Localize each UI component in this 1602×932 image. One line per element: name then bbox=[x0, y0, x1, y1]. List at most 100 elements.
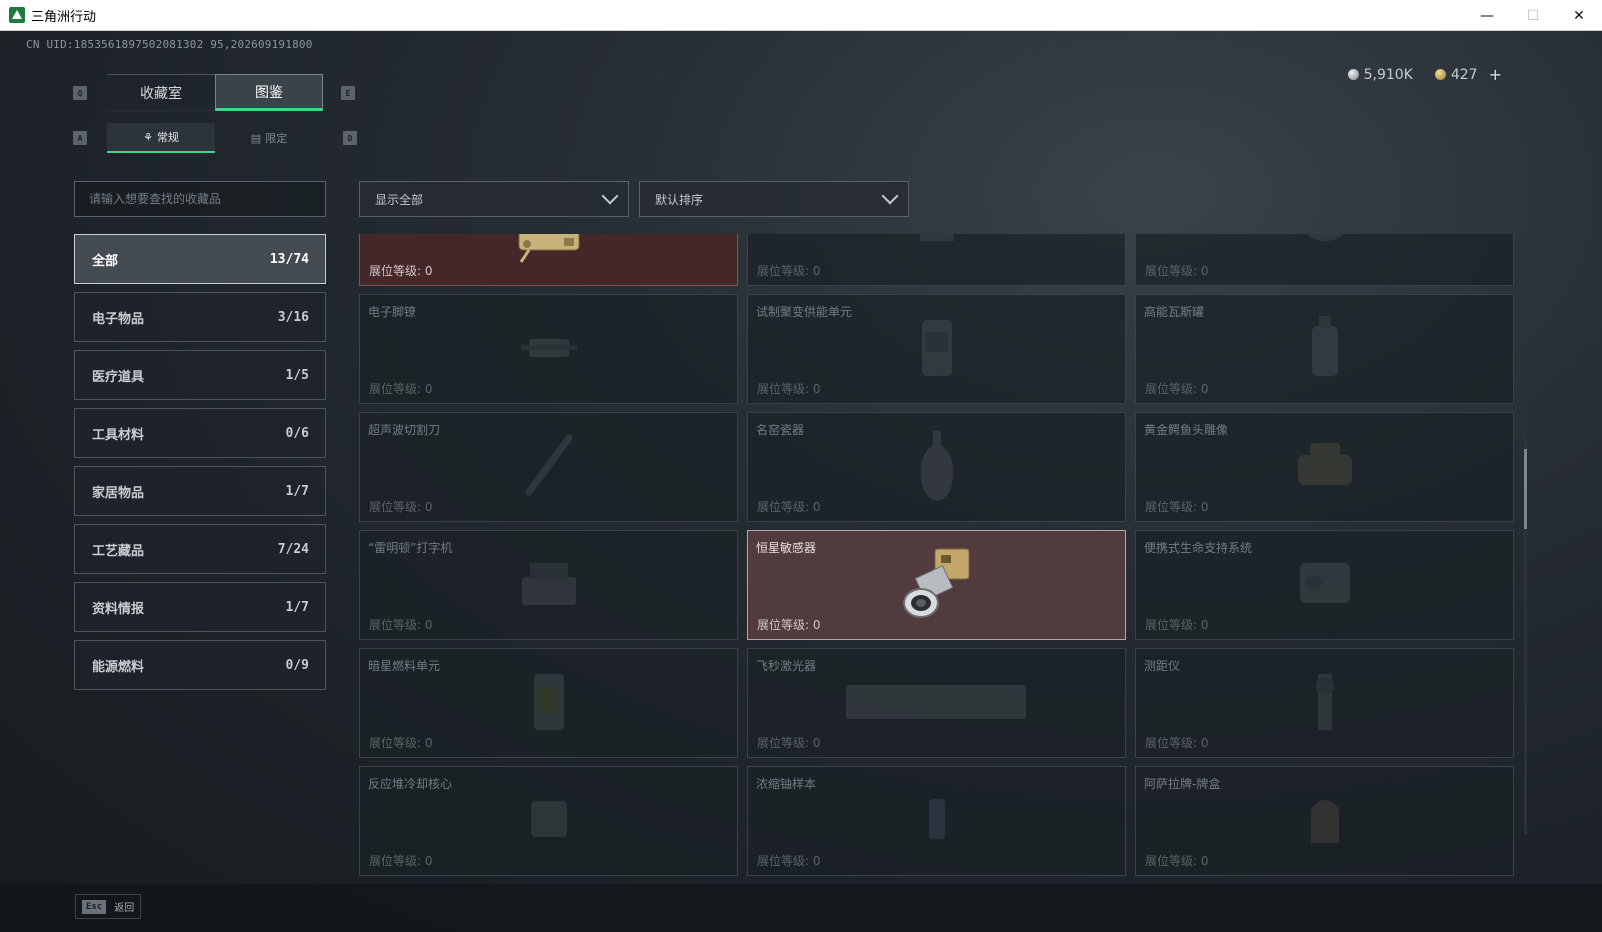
item-art-electronic-board-icon bbox=[509, 234, 589, 268]
item-card[interactable]: 电子脚镣 展位等级: 0 bbox=[359, 294, 738, 404]
grid-scrollbar[interactable] bbox=[1524, 234, 1527, 834]
item-card[interactable]: 试制聚变供能单元 展位等级: 0 bbox=[747, 294, 1126, 404]
subtab-limited[interactable]: ▤ 限定 bbox=[215, 123, 323, 153]
item-grid-viewport[interactable]: 展位等级: 0 展位等级: 0 展位等级: 0 电子脚镣 展位等级: 0 试制聚… bbox=[359, 234, 1519, 880]
item-level: 展位等级: 0 bbox=[1145, 618, 1209, 632]
search-input[interactable] bbox=[89, 192, 325, 206]
item-card[interactable]: 展位等级: 0 bbox=[1135, 234, 1514, 286]
item-level: 展位等级: 0 bbox=[369, 264, 433, 278]
limited-icon: ▤ bbox=[250, 131, 262, 145]
silver-currency: 5,910K bbox=[1347, 66, 1413, 83]
gold-currency[interactable]: 427 + bbox=[1434, 65, 1502, 84]
item-card[interactable]: 黄金鳄鱼头雕像 展位等级: 0 bbox=[1135, 412, 1514, 522]
category-label: 电子物品 bbox=[92, 311, 145, 327]
sort-value: 默认排序 bbox=[655, 192, 704, 207]
item-card[interactable]: 展位等级: 0 bbox=[747, 234, 1126, 286]
category-count: 1/7 bbox=[285, 483, 309, 499]
category-energy[interactable]: 能源燃料 0/9 bbox=[74, 640, 326, 690]
filter-dropdown[interactable]: 显示全部 bbox=[359, 181, 629, 217]
category-tools[interactable]: 工具材料 0/6 bbox=[74, 408, 326, 458]
esc-key-icon: Esc bbox=[82, 899, 107, 914]
minimize-button[interactable]: — bbox=[1464, 0, 1510, 31]
item-art-typewriter-icon bbox=[514, 553, 584, 617]
next-tab-key-hint: E bbox=[341, 86, 355, 100]
subtab-regular-label: 常规 bbox=[156, 131, 179, 144]
category-crafts[interactable]: 工艺藏品 7/24 bbox=[74, 524, 326, 574]
item-card[interactable]: 反应堆冷却核心 展位等级: 0 bbox=[359, 766, 738, 876]
item-art-ankle-monitor-icon bbox=[519, 327, 579, 371]
item-name: 浓缩铀样本 bbox=[756, 777, 817, 791]
subtab-regular[interactable]: ⚘ 常规 bbox=[107, 123, 215, 153]
item-name: 高能瓦斯罐 bbox=[1144, 305, 1205, 319]
item-art-uranium-sample-icon bbox=[917, 789, 957, 853]
category-medical[interactable]: 医疗道具 1/5 bbox=[74, 350, 326, 400]
category-label: 全部 bbox=[92, 253, 119, 269]
item-card[interactable]: 名窑瓷器 展位等级: 0 bbox=[747, 412, 1126, 522]
item-art-fusion-unit-icon bbox=[912, 312, 962, 386]
item-name: 电子脚镣 bbox=[368, 305, 417, 319]
item-art-rangefinder-icon bbox=[1300, 666, 1350, 740]
item-card-selected[interactable]: 恒星敏感器 展位等级: 0 bbox=[747, 530, 1126, 640]
item-art-reactor-core-icon bbox=[519, 789, 579, 853]
category-count: 3/16 bbox=[277, 309, 309, 325]
item-level: 展位等级: 0 bbox=[757, 500, 821, 514]
tab-collection-room[interactable]: 收藏室 bbox=[107, 74, 215, 111]
item-name: 黄金鳄鱼头雕像 bbox=[1144, 423, 1229, 437]
prev-tab-key-hint: Q bbox=[73, 86, 87, 100]
item-card[interactable]: 阿萨拉牌-牌盒 展位等级: 0 bbox=[1135, 766, 1514, 876]
item-name: 暗星燃料单元 bbox=[368, 659, 441, 673]
window-controls: — ☐ ✕ bbox=[1464, 0, 1602, 31]
item-art-device-icon bbox=[1300, 234, 1350, 253]
category-intel[interactable]: 资料情报 1/7 bbox=[74, 582, 326, 632]
item-card[interactable]: 浓缩铀样本 展位等级: 0 bbox=[747, 766, 1126, 876]
collection-screen: CN UID:1853561897502081302 95,2026091918… bbox=[0, 31, 1602, 932]
item-card[interactable]: 飞秒激光器 展位等级: 0 bbox=[747, 648, 1126, 758]
subtab-limited-label: 限定 bbox=[265, 132, 288, 145]
category-label: 工艺藏品 bbox=[92, 543, 145, 559]
item-name: “雷明顿”打字机 bbox=[368, 541, 453, 555]
item-art-star-sensor-icon bbox=[897, 541, 977, 629]
silver-amount: 5,910K bbox=[1363, 66, 1413, 83]
item-card[interactable]: 暗星燃料单元 展位等级: 0 bbox=[359, 648, 738, 758]
category-count: 7/24 bbox=[277, 541, 309, 557]
tab-catalog[interactable]: 图鉴 bbox=[215, 74, 323, 111]
sort-dropdown[interactable]: 默认排序 bbox=[639, 181, 909, 217]
item-level: 展位等级: 0 bbox=[757, 736, 821, 750]
item-level: 展位等级: 0 bbox=[757, 854, 821, 868]
item-card[interactable]: 展位等级: 0 bbox=[359, 234, 738, 286]
item-card[interactable]: 测距仪 展位等级: 0 bbox=[1135, 648, 1514, 758]
item-card[interactable]: 高能瓦斯罐 展位等级: 0 bbox=[1135, 294, 1514, 404]
item-card[interactable]: 超声波切割刀 展位等级: 0 bbox=[359, 412, 738, 522]
item-level: 展位等级: 0 bbox=[1145, 382, 1209, 396]
back-button[interactable]: Esc 返回 bbox=[75, 894, 142, 919]
item-art-ultrasonic-cutter-icon bbox=[519, 430, 579, 504]
item-card[interactable]: 便携式生命支持系统 展位等级: 0 bbox=[1135, 530, 1514, 640]
close-button[interactable]: ✕ bbox=[1556, 0, 1602, 31]
search-box[interactable] bbox=[74, 181, 326, 217]
item-card[interactable]: “雷明顿”打字机 展位等级: 0 bbox=[359, 530, 738, 640]
category-label: 能源燃料 bbox=[92, 659, 145, 675]
item-name: 名窑瓷器 bbox=[756, 423, 805, 437]
item-level: 展位等级: 0 bbox=[757, 382, 821, 396]
uid-label: CN UID:1853561897502081302 95,2026091918… bbox=[26, 38, 313, 51]
maximize-button[interactable]: ☐ bbox=[1510, 0, 1556, 31]
gold-amount: 427 bbox=[1450, 66, 1478, 83]
item-art-fuel-unit-icon bbox=[524, 666, 574, 740]
item-art-life-support-icon bbox=[1290, 553, 1360, 617]
item-art-golden-crocodile-statue-icon bbox=[1290, 435, 1360, 499]
category-list: 全部 13/74 电子物品 3/16 医疗道具 1/5 工具材料 0/6 家居物… bbox=[74, 234, 326, 698]
sub-tabs: ⚘ 常规 ▤ 限定 bbox=[107, 123, 323, 153]
category-electronics[interactable]: 电子物品 3/16 bbox=[74, 292, 326, 342]
scrollbar-thumb[interactable] bbox=[1524, 449, 1527, 529]
back-label: 返回 bbox=[114, 903, 135, 914]
category-all[interactable]: 全部 13/74 bbox=[74, 234, 326, 284]
item-level: 展位等级: 0 bbox=[369, 500, 433, 514]
item-level: 展位等级: 0 bbox=[369, 382, 433, 396]
item-name: 试制聚变供能单元 bbox=[756, 305, 853, 319]
chevron-down-icon bbox=[881, 187, 899, 205]
category-household[interactable]: 家居物品 1/7 bbox=[74, 466, 326, 516]
category-label: 医疗道具 bbox=[92, 369, 145, 385]
main-tabs: 收藏室 图鉴 bbox=[107, 74, 323, 111]
item-level: 展位等级: 0 bbox=[1145, 264, 1209, 278]
add-currency-button[interactable]: + bbox=[1489, 65, 1502, 84]
